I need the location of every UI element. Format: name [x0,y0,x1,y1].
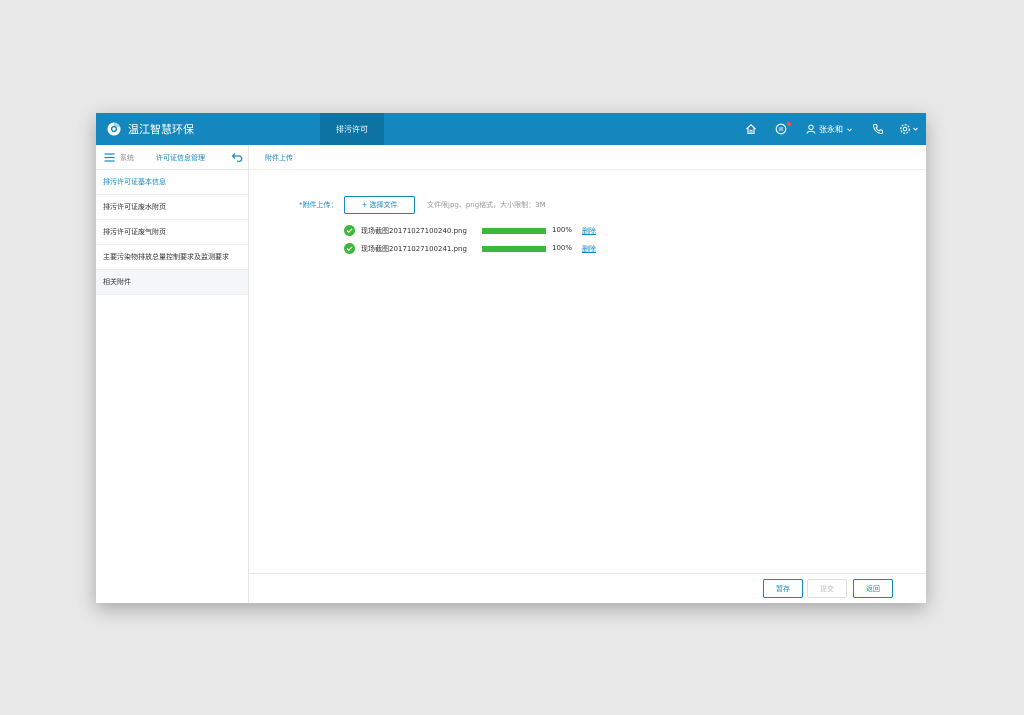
chevron-down-icon [847,127,852,132]
file-item: 现场截图20171027100241.png 100% 删除 [344,243,604,255]
progress-bar [482,228,546,234]
user-icon [806,124,816,134]
back-button[interactable]: 返回 [853,579,893,598]
system-label[interactable]: 系统 [120,153,134,163]
app-window: 温江智慧环保 排污许可 张永和 系统 许可证信息管理 排污许可证基本信息 排污许… [96,113,926,603]
progress-bar [482,246,546,252]
sidebar-header: 系统 许可证信息管理 [96,145,248,170]
submit-button[interactable]: 提交 [807,579,847,598]
logo-icon [107,122,121,136]
back-arrow-icon[interactable] [231,151,243,163]
file-name: 现场截图20171027100240.png [361,227,467,235]
sidebar-item-wastewater[interactable]: 排污许可证废水附页 [96,195,248,220]
sidebar-list: 排污许可证基本信息 排污许可证废水附页 排污许可证废气附页 主要污染物排放总量控… [96,170,248,295]
check-circle-icon [344,243,355,254]
upload-label: *附件上传： [299,201,338,209]
progress-fill [482,228,546,234]
user-menu[interactable]: 张永和 [806,121,853,137]
user-name: 张永和 [819,124,843,134]
sidebar-item-attachments[interactable]: 相关附件 [96,270,248,295]
sidebar-item-basic-info[interactable]: 排污许可证基本信息 [96,170,248,195]
progress-percent: 100% [552,226,573,234]
app-title: 温江智慧环保 [128,123,194,136]
module-label: 许可证信息管理 [156,154,205,162]
progress-percent: 100% [552,244,573,252]
file-name: 现场截图20171027100241.png [361,245,467,253]
save-draft-button[interactable]: 暂存 [763,579,803,598]
settings-chevron-down-icon[interactable] [912,123,919,135]
check-circle-icon [344,225,355,236]
top-navbar: 温江智慧环保 排污许可 张永和 [96,113,926,145]
file-item: 现场截图20171027100240.png 100% 删除 [344,225,604,237]
progress-fill [482,246,546,252]
upload-hint: 文件限jpg、png格式，大小限制：3M [427,201,546,209]
menu-icon[interactable] [104,152,115,163]
sidebar-item-emission-control[interactable]: 主要污染物排放总量控制要求及监测要求 [96,245,248,270]
phone-icon[interactable] [872,123,884,135]
home-icon[interactable] [745,123,757,135]
tab-discharge-permit[interactable]: 排污许可 [320,113,384,145]
delete-link[interactable]: 删除 [582,226,596,236]
gear-icon[interactable] [899,123,911,135]
delete-link[interactable]: 删除 [582,244,596,254]
footer-bar: 暂存 提交 返回 [249,573,926,603]
content-header: 附件上传 [249,145,926,170]
sidebar: 系统 许可证信息管理 排污许可证基本信息 排污许可证废水附页 排污许可证废气附页… [96,145,249,603]
sidebar-item-waste-gas[interactable]: 排污许可证废气附页 [96,220,248,245]
section-title: 附件上传 [265,154,293,162]
notification-dot [787,122,791,126]
choose-file-button[interactable]: + 选择文件 [344,196,415,214]
message-icon[interactable] [775,123,787,135]
